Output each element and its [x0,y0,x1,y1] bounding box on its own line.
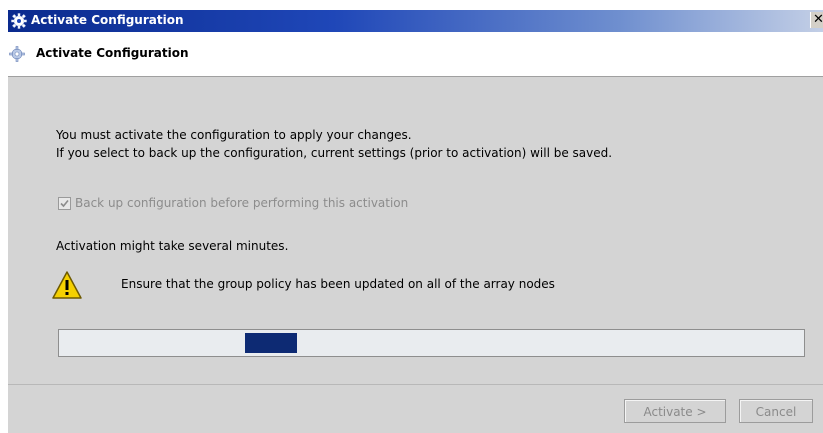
wizard-content: You must activate the configuration to a… [8,77,823,384]
gear-icon [9,46,25,62]
warning-icon [51,270,83,300]
checkmark-icon [60,199,69,208]
backup-checkbox [58,197,71,210]
activate-button[interactable]: Activate > [624,399,726,423]
backup-checkbox-label: Back up configuration before performing … [75,196,409,210]
title-bar: Activate Configuration ✕ [8,10,823,32]
cancel-button[interactable]: Cancel [739,399,813,423]
window-title: Activate Configuration [31,13,184,27]
wizard-header: Activate Configuration [8,32,823,77]
message-line-2: If you select to back up the configurati… [56,146,613,160]
close-icon[interactable]: ✕ [810,12,823,28]
message-line-1: You must activate the configuration to a… [56,128,412,142]
page-title: Activate Configuration [36,46,189,60]
activation-progress-bar [58,329,805,357]
progress-segment [245,333,297,353]
warning-text: Ensure that the group policy has been up… [121,277,555,291]
gear-icon [11,13,27,29]
wizard-footer: Activate > Cancel [8,384,823,433]
duration-note: Activation might take several minutes. [56,239,289,253]
